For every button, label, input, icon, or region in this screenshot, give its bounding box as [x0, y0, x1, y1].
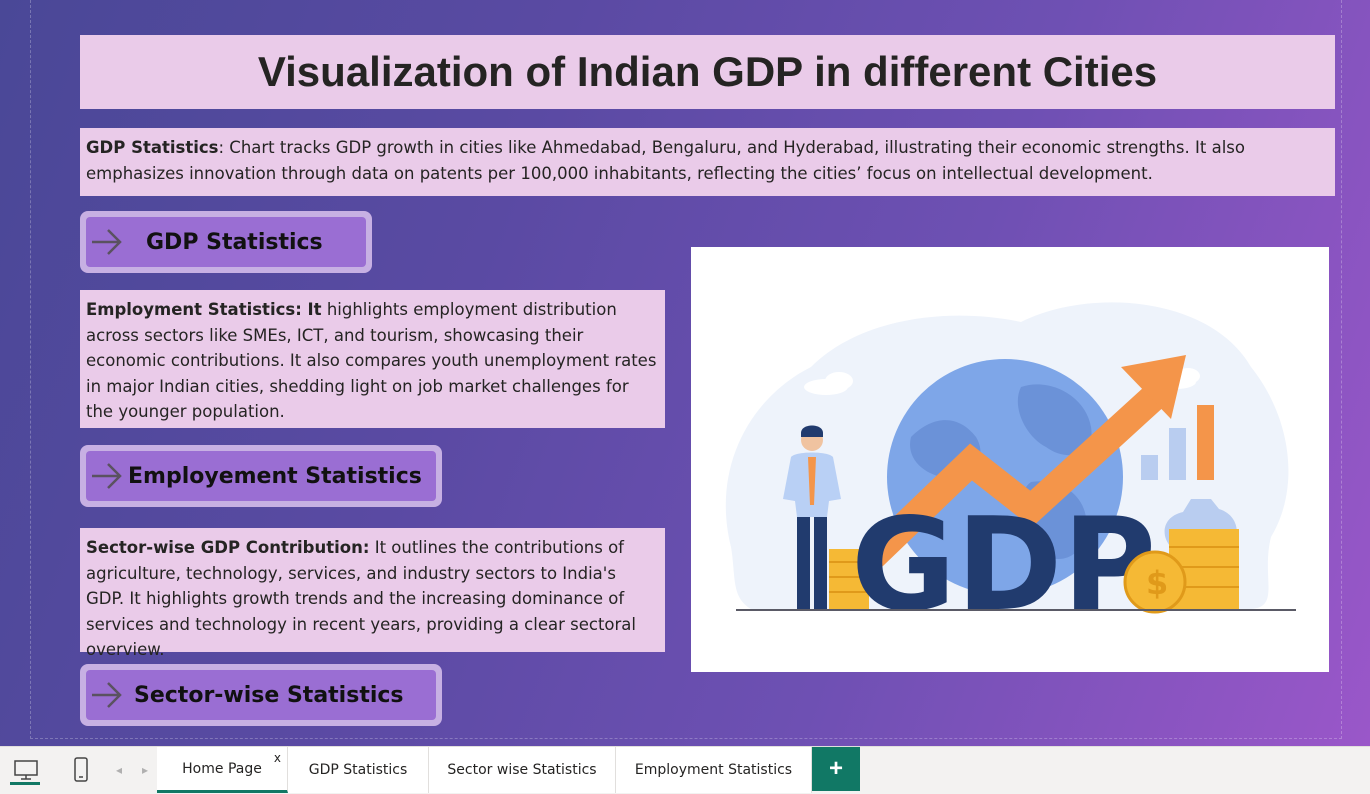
sector-statistics-button[interactable]: Sector-wise Statistics [80, 664, 442, 726]
arrow-right-icon [92, 229, 122, 255]
tab-home-page-label: Home Page [182, 760, 262, 777]
chevron-right-icon[interactable]: ▸ [136, 747, 154, 793]
employment-description-heading: Employment Statistics: It [86, 300, 322, 319]
sector-statistics-button-label: Sector-wise Statistics [134, 682, 404, 708]
close-icon[interactable]: x [274, 751, 281, 765]
desktop-view-button[interactable] [10, 747, 42, 793]
page-title: Visualization of Indian GDP in different… [257, 48, 1158, 95]
gdp-statistics-button-label: GDP Statistics [146, 229, 323, 255]
gdp-illustration: GDP $ [691, 247, 1329, 672]
tab-sector-wise-statistics[interactable]: Sector wise Statistics [429, 747, 616, 793]
desktop-view-indicator [10, 782, 40, 785]
chevron-left-icon[interactable]: ◂ [110, 747, 128, 793]
mobile-view-button[interactable] [68, 747, 94, 793]
tab-sector-wise-statistics-label: Sector wise Statistics [447, 762, 597, 778]
gdp-description-heading: GDP Statistics [86, 138, 219, 157]
sector-description: Sector-wise GDP Contribution: It outline… [80, 528, 665, 659]
employment-statistics-button-inner[interactable]: Employement Statistics [86, 451, 436, 501]
page-tab-bar: ◂ ▸ Home Page x GDP Statistics Sector wi… [0, 746, 1370, 794]
employment-statistics-button-label: Employement Statistics [128, 463, 422, 489]
gdp-description-body: : Chart tracks GDP growth in cities like… [86, 138, 1245, 183]
employment-description: Employment Statistics: It highlights emp… [80, 290, 665, 428]
report-canvas: Visualization of Indian GDP in different… [0, 0, 1370, 746]
plus-icon: + [828, 755, 843, 782]
sector-description-heading: Sector-wise GDP Contribution: [86, 538, 370, 557]
gdp-statistics-button-inner[interactable]: GDP Statistics [86, 217, 366, 267]
tab-employment-statistics-label: Employment Statistics [634, 762, 793, 778]
gdp-description: GDP Statistics: Chart tracks GDP growth … [80, 128, 1335, 196]
phone-icon [74, 757, 88, 782]
arrow-right-icon [92, 682, 122, 708]
dollar-icon: $ [1146, 564, 1168, 602]
gdp-statistics-button[interactable]: GDP Statistics [80, 211, 372, 273]
tab-gdp-statistics-label: GDP Statistics [308, 762, 408, 778]
desktop-icon [14, 760, 38, 780]
add-page-button[interactable]: + [812, 747, 860, 791]
arrow-right-icon [92, 463, 122, 489]
tab-home-page[interactable]: Home Page x [157, 747, 288, 793]
gdp-illustration-graphic: GDP $ [725, 302, 1296, 640]
sector-statistics-button-inner[interactable]: Sector-wise Statistics [86, 670, 436, 720]
title-box: Visualization of Indian GDP in different… [80, 35, 1335, 109]
gdp-illustration-word: GDP [851, 491, 1156, 640]
employment-statistics-button[interactable]: Employement Statistics [80, 445, 442, 507]
tab-gdp-statistics[interactable]: GDP Statistics [288, 747, 429, 793]
tab-employment-statistics[interactable]: Employment Statistics [616, 747, 812, 793]
